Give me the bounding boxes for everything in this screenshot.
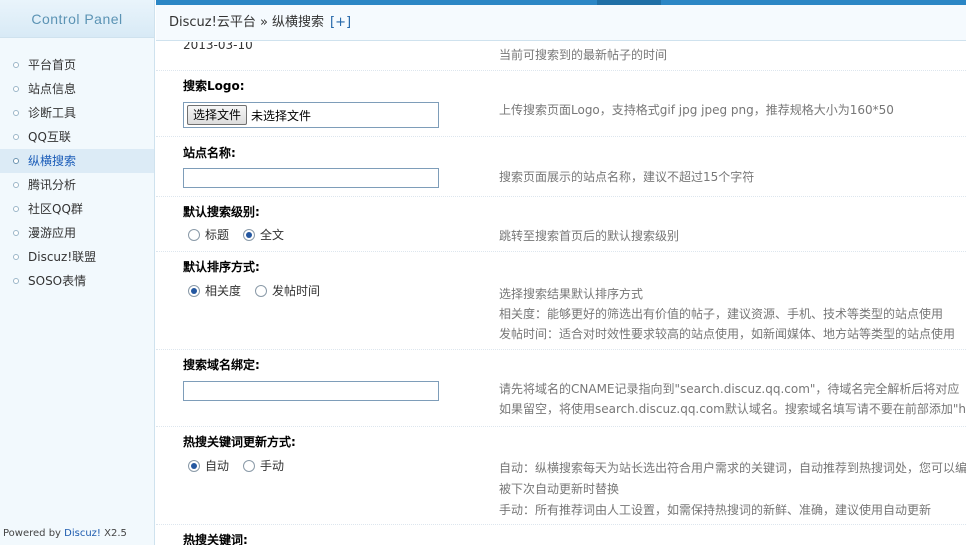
radio-label: 全文 <box>260 228 285 242</box>
radio-option-manual[interactable]: 手动 <box>243 457 284 474</box>
default-level-radio-group: 标题 全文 <box>188 226 298 243</box>
settings-panel: 2013-03-10 当前可搜索到的最新帖子的时间 搜索Logo: 选择文件 未… <box>156 42 966 545</box>
hot-keyword-mode-tip-2: 被下次自动更新时替换 <box>499 482 620 496</box>
file-status-text: 未选择文件 <box>251 108 312 123</box>
default-sort-tip-3: 发帖时间：适合对时效性要求较高的站点使用，如新闻媒体、地方站等类型的站点使用 <box>499 327 956 341</box>
latest-date-tip: 当前可搜索到的最新帖子的时间 <box>499 48 668 62</box>
setting-row-default-level: 默认搜索级别: 标题 全文 跳转至搜索首页后的默认搜索级别 <box>156 197 966 252</box>
sidebar-menu: 平台首页 站点信息 诊断工具 QQ互联 纵横搜索 腾讯分析 社区QQ群 漫游应用… <box>0 53 154 293</box>
sidebar-item-label: 漫游应用 <box>28 226 77 240</box>
radio-option-fulltext[interactable]: 全文 <box>243 226 284 243</box>
sidebar-item-site-info[interactable]: 站点信息 <box>0 77 154 101</box>
sidebar-item-soso-emoji[interactable]: SOSO表情 <box>0 269 154 293</box>
logo-file-input[interactable]: 选择文件 未选择文件 <box>183 102 439 128</box>
radio-label: 相关度 <box>205 284 242 298</box>
radio-icon[interactable] <box>188 228 200 241</box>
sidebar-item-label: 诊断工具 <box>28 106 77 120</box>
sidebar-item-diagnostic-tools[interactable]: 诊断工具 <box>0 101 154 125</box>
radio-option-post-time[interactable]: 发帖时间 <box>255 282 320 299</box>
radio-icon[interactable] <box>255 284 268 297</box>
default-sort-label: 默认排序方式: <box>183 260 260 274</box>
bullet-icon <box>13 62 19 68</box>
radio-option-relevance[interactable]: 相关度 <box>188 282 241 299</box>
setting-row-search-logo: 搜索Logo: 选择文件 未选择文件 上传搜索页面Logo，支持格式gif jp… <box>156 71 966 137</box>
powered-prefix: Powered by <box>3 528 65 539</box>
domain-bind-tip-1: 请先将域名的CNAME记录指向到"search.discuz.qq.com"，待… <box>499 382 960 396</box>
sidebar-item-qq-connect[interactable]: QQ互联 <box>0 125 154 149</box>
hot-keywords-label: 热搜关键词: <box>183 533 248 545</box>
sidebar-item-tencent-analytics[interactable]: 腾讯分析 <box>0 173 154 197</box>
add-shortcut-link[interactable]: [+] <box>330 15 351 30</box>
sidebar-item-label: Discuz!联盟 <box>28 250 97 264</box>
breadcrumb: Discuz!云平台 » 纵横搜索 [+] <box>156 5 966 41</box>
domain-bind-label: 搜索域名绑定: <box>183 358 260 372</box>
hot-keyword-mode-radio-group: 自动 手动 <box>188 457 298 474</box>
bullet-icon <box>13 230 19 236</box>
default-sort-radio-group: 相关度 发帖时间 <box>188 282 334 299</box>
radio-option-title[interactable]: 标题 <box>188 226 229 243</box>
sidebar-item-search[interactable]: 纵横搜索 <box>0 149 154 173</box>
sidebar-item-discuz-union[interactable]: Discuz!联盟 <box>0 245 154 269</box>
bullet-icon <box>13 278 19 284</box>
radio-label: 发帖时间 <box>272 284 321 298</box>
radio-option-auto[interactable]: 自动 <box>188 457 229 474</box>
control-panel-title: Control Panel <box>31 10 123 27</box>
default-level-label: 默认搜索级别: <box>183 205 260 219</box>
setting-row-hot-keywords: 热搜关键词: <box>156 525 966 545</box>
sidebar-item-roaming-apps[interactable]: 漫游应用 <box>0 221 154 245</box>
default-sort-tip-2: 相关度：能够更好的筛选出有价值的帖子，建议资源、手机、技术等类型的站点使用 <box>499 307 944 321</box>
setting-row-latest-date: 2013-03-10 当前可搜索到的最新帖子的时间 <box>156 42 966 71</box>
sidebar-item-label: SOSO表情 <box>28 274 87 288</box>
radio-selected-icon[interactable] <box>188 459 200 472</box>
site-name-label: 站点名称: <box>183 146 236 160</box>
sidebar-item-label: 社区QQ群 <box>28 202 83 216</box>
hot-keyword-mode-tip-1: 自动：纵横搜索每天为站长选出符合用户需求的关键词，自动推荐到热搜词处，您可以编 <box>499 461 966 475</box>
radio-selected-icon[interactable] <box>188 284 200 297</box>
domain-bind-tip-2: 如果留空，将使用search.discuz.qq.com默认域名。搜索域名填写请… <box>499 402 966 416</box>
bullet-icon <box>13 86 19 92</box>
bullet-icon <box>13 110 19 116</box>
bullet-icon <box>13 206 19 212</box>
radio-icon[interactable] <box>243 459 256 472</box>
setting-row-site-name: 站点名称: 搜索页面展示的站点名称，建议不超过15个字符 <box>156 137 966 197</box>
domain-bind-input[interactable] <box>183 381 439 401</box>
site-name-tip: 搜索页面展示的站点名称，建议不超过15个字符 <box>499 170 755 184</box>
default-level-tip: 跳转至搜索首页后的默认搜索级别 <box>499 229 680 243</box>
sidebar-item-label: 纵横搜索 <box>28 154 77 168</box>
sidebar-item-platform-home[interactable]: 平台首页 <box>0 53 154 77</box>
sidebar-item-label: 站点信息 <box>28 82 77 96</box>
default-sort-tip-1: 选择搜索结果默认排序方式 <box>499 287 644 301</box>
bullet-icon <box>13 158 19 164</box>
setting-row-default-sort: 默认排序方式: 相关度 发帖时间 选择搜索结果默认排序方式 相关度：能够更好的筛… <box>156 252 966 350</box>
radio-label: 自动 <box>205 459 230 473</box>
setting-row-domain-bind: 搜索域名绑定: 请先将域名的CNAME记录指向到"search.discuz.q… <box>156 350 966 427</box>
choose-file-button[interactable]: 选择文件 <box>187 105 248 125</box>
hot-keyword-mode-tip-3: 手动：所有推荐词由人工设置，如需保持热搜词的新鲜、准确，建议使用自动更新 <box>499 503 932 517</box>
site-name-input[interactable] <box>183 168 439 188</box>
powered-version: X2.5 <box>100 528 127 539</box>
bullet-icon <box>13 182 19 188</box>
sidebar: Control Panel 平台首页 站点信息 诊断工具 QQ互联 纵横搜索 腾… <box>0 0 155 545</box>
powered-brand-link[interactable]: Discuz! <box>64 528 101 539</box>
bullet-icon <box>13 134 19 140</box>
hot-keyword-mode-label: 热搜关键词更新方式: <box>183 435 296 449</box>
sidebar-item-label: 平台首页 <box>28 58 77 72</box>
setting-row-hot-keyword-mode: 热搜关键词更新方式: 自动 手动 自动：纵横搜索每天为站长选出符合用户需求的关键… <box>156 427 966 525</box>
bullet-icon <box>13 254 19 260</box>
radio-label: 手动 <box>260 459 285 473</box>
search-logo-tip: 上传搜索页面Logo，支持格式gif jpg jpeg png，推荐规格大小为1… <box>499 103 894 117</box>
radio-selected-icon[interactable] <box>243 228 256 241</box>
powered-by: Powered by Discuz! X2.5 <box>3 528 127 539</box>
sidebar-item-qq-group[interactable]: 社区QQ群 <box>0 197 154 221</box>
control-panel-logo: Control Panel <box>0 0 154 38</box>
search-logo-label: 搜索Logo: <box>183 79 245 93</box>
sidebar-item-label: 腾讯分析 <box>28 178 77 192</box>
radio-label: 标题 <box>205 228 230 242</box>
sidebar-item-label: QQ互联 <box>28 130 71 144</box>
breadcrumb-text: Discuz!云平台 » 纵横搜索 <box>169 15 325 30</box>
latest-date-value: 2013-03-10 <box>183 42 253 52</box>
